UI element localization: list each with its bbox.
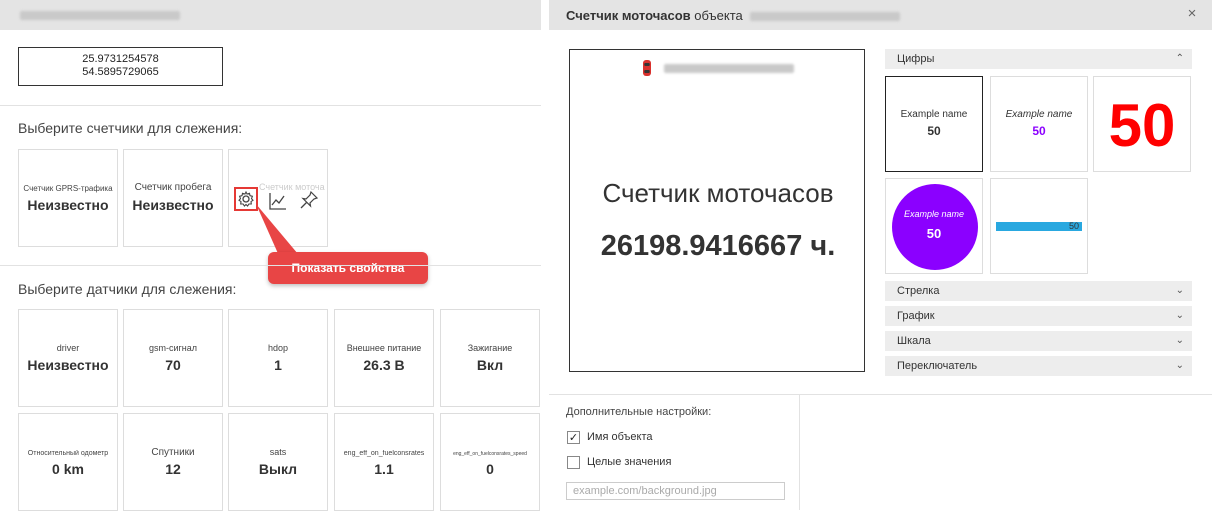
section-scale[interactable]: Шкала ⌄ — [885, 331, 1192, 351]
style-tile-purple-circle[interactable]: Example name 50 — [885, 178, 983, 274]
widget-preview: Счетчик моточасов 26198.9416667 ч. — [569, 49, 865, 372]
section-arrow[interactable]: Стрелка ⌄ — [885, 281, 1192, 301]
tile-value: Выкл — [258, 461, 298, 477]
preview-value: 26198.9416667 ч. — [600, 230, 836, 262]
tile-label: Зажигание — [467, 343, 513, 353]
sensor-tile-ignition[interactable]: Зажигание Вкл — [440, 309, 540, 407]
style-tile-bar[interactable]: 50 — [990, 178, 1088, 274]
object-name-redacted — [20, 11, 180, 20]
integer-values-checkbox[interactable] — [567, 456, 580, 469]
style-name: Example name — [903, 209, 965, 219]
counter-tile-gprs[interactable]: Счетчик GPRS-трафика Неизвестно — [18, 149, 118, 247]
chevron-up-icon: ⌃ — [1175, 53, 1184, 64]
integer-values-label: Целые значения — [587, 456, 672, 468]
sensor-tile-satellites[interactable]: Спутники 12 — [123, 413, 223, 511]
sensor-tile-driver[interactable]: driver Неизвестно — [18, 309, 118, 407]
preview-object-row — [570, 59, 866, 77]
style-name: Example name — [900, 109, 968, 120]
tile-value: 1 — [274, 357, 282, 373]
sensors-section-title: Выберите датчики для слежения: — [18, 281, 237, 297]
tile-value: Неизвестно — [27, 357, 109, 373]
style-value: 50 — [1068, 221, 1079, 231]
object-name-checkbox[interactable]: ✓ — [567, 431, 580, 444]
tile-value: 70 — [165, 357, 181, 373]
style-tile-italic-purple[interactable]: Example name 50 — [990, 76, 1088, 172]
preview-title: Счетчик моточасов — [602, 178, 834, 208]
style-tile-big-red[interactable]: 50 — [1093, 76, 1191, 172]
tile-value: 0 km — [52, 461, 84, 477]
tile-label: eng_eff_on_fuelconsrates_speed — [453, 451, 527, 457]
object-name-redacted — [750, 12, 901, 22]
chevron-down-icon: ⌄ — [1175, 360, 1184, 371]
tile-value: Вкл — [476, 357, 504, 373]
chevron-down-icon: ⌄ — [1175, 285, 1184, 296]
left-panel-header — [0, 0, 541, 30]
section-switch-label: Переключатель — [897, 360, 978, 372]
close-button[interactable]: × — [1184, 6, 1200, 22]
style-tile-plain[interactable]: Example name 50 — [885, 76, 983, 172]
tile-label: hdop — [267, 343, 289, 353]
sensor-tile-fuel-eff-speed[interactable]: eng_eff_on_fuelconsrates_speed 0 — [440, 413, 540, 511]
object-name-label: Имя объекта — [587, 431, 653, 443]
divider — [0, 105, 541, 106]
section-switch[interactable]: Переключатель ⌄ — [885, 356, 1192, 376]
tile-value: 26.3 В — [363, 357, 405, 373]
sensor-tile-power[interactable]: Внешнее питание 26.3 В — [334, 309, 434, 407]
tile-label: driver — [56, 343, 80, 353]
tile-label: gsm-сигнал — [148, 343, 198, 353]
latitude: 25.9731254578 — [82, 53, 159, 65]
dialog-title-rest: объекта — [694, 8, 743, 23]
tile-label: Внешнее питание — [346, 343, 422, 353]
divider — [0, 265, 541, 266]
sensor-tile-hdop[interactable]: hdop 1 — [228, 309, 328, 407]
car-icon — [642, 60, 651, 76]
tile-label: Счетчик GPRS-трафика — [23, 184, 113, 193]
tile-label: Счетчик пробега — [134, 182, 212, 193]
counters-section-title: Выберите счетчики для слежения: — [18, 120, 243, 136]
chevron-down-icon: ⌄ — [1175, 335, 1184, 346]
tile-label: Относительный одометр — [27, 450, 109, 457]
section-graph[interactable]: График ⌄ — [885, 306, 1192, 326]
background-url-input[interactable] — [566, 482, 785, 500]
tile-label: eng_eff_on_fuelconsrates — [343, 450, 425, 457]
sensor-tile-odometer[interactable]: Относительный одометр 0 km — [18, 413, 118, 511]
dialog-title: Счетчик моточасов объекта — [566, 8, 901, 23]
longitude: 54.5895729065 — [82, 66, 159, 78]
section-digits[interactable]: Цифры ⌃ — [885, 49, 1192, 69]
style-value: 50 — [926, 226, 942, 241]
style-value: 50 — [1032, 124, 1046, 138]
section-scale-label: Шкала — [897, 335, 931, 347]
style-value: 50 — [927, 124, 941, 138]
show-properties-tooltip: Показать свойства — [268, 252, 428, 284]
sensor-tile-sats[interactable]: sats Выкл — [228, 413, 328, 511]
tile-value: 12 — [165, 461, 181, 477]
section-arrow-label: Стрелка — [897, 285, 940, 297]
tile-value: 0 — [486, 461, 494, 477]
style-name: Example name — [1005, 109, 1073, 120]
chevron-down-icon: ⌄ — [1175, 310, 1184, 321]
tile-value: 1.1 — [374, 461, 394, 477]
counter-tile-mileage[interactable]: Счетчик пробега Неизвестно — [123, 149, 223, 247]
section-digits-label: Цифры — [897, 53, 935, 65]
object-name-redacted — [664, 63, 795, 73]
tile-label: sats — [269, 447, 287, 457]
extra-settings-title: Дополнительные настройки: — [566, 406, 712, 418]
sensor-tile-fuel-eff[interactable]: eng_eff_on_fuelconsrates 1.1 — [334, 413, 434, 511]
dialog-title-main: Счетчик моточасов — [566, 8, 691, 23]
sensor-tile-gsm[interactable]: gsm-сигнал 70 — [123, 309, 223, 407]
tile-value: Неизвестно — [27, 197, 109, 213]
coordinates-box: 25.9731254578 54.5895729065 — [18, 47, 223, 86]
section-graph-label: График — [897, 310, 935, 322]
style-value-big: 50 — [1108, 92, 1176, 159]
tile-value: Неизвестно — [132, 197, 214, 213]
tile-label: Спутники — [151, 447, 195, 458]
